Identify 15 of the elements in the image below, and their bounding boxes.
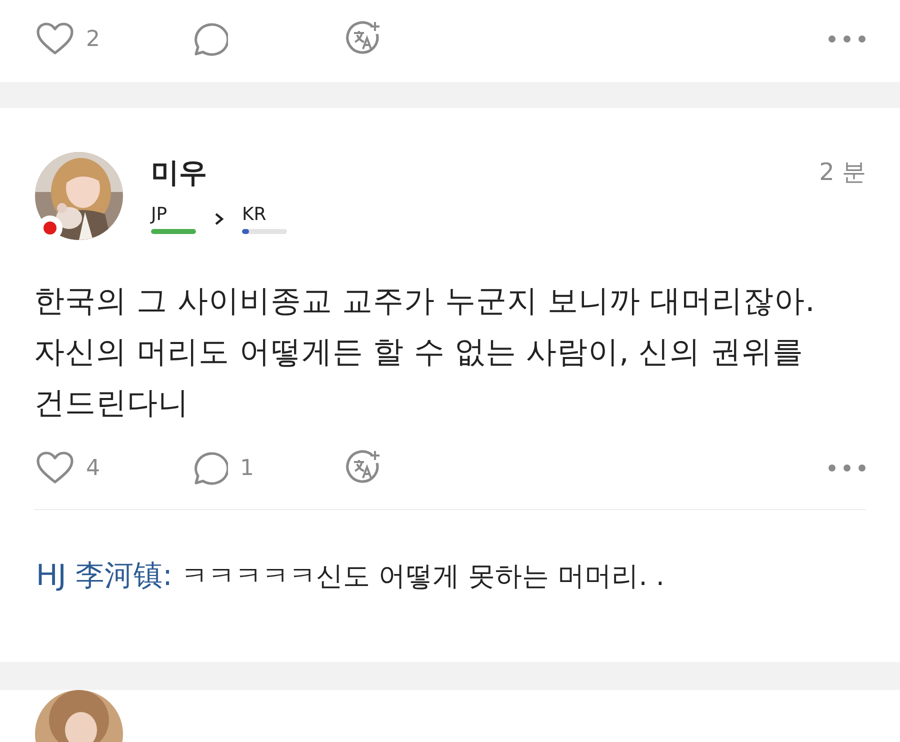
heart-icon[interactable] [36, 451, 74, 485]
more-icon[interactable] [828, 464, 866, 472]
language-code: KR [242, 204, 268, 225]
author-name[interactable]: 미우 [151, 154, 287, 192]
chevron-icon [214, 212, 224, 226]
like-count: 2 [86, 26, 100, 52]
comment-text: HJ 李河镇: ㅋㅋㅋㅋㅋ신도 어떻게 못하는 머머리. . [36, 557, 666, 594]
post-time: 2 분 [819, 157, 866, 188]
like-count: 4 [86, 456, 100, 480]
more-icon[interactable] [828, 35, 866, 43]
comment-author[interactable]: HJ 李河镇: [36, 558, 172, 592]
comment-count: 1 [240, 456, 254, 480]
language-code: JP [151, 204, 168, 225]
post-text: 한국의 그 사이비종교 교주가 누군지 보니까 대머리잖아. 자신의 머리도 어떻게든 할 수 없는 사람이, 신의 권위를 건드린다니 [34, 283, 816, 423]
heart-icon[interactable] [36, 22, 74, 56]
